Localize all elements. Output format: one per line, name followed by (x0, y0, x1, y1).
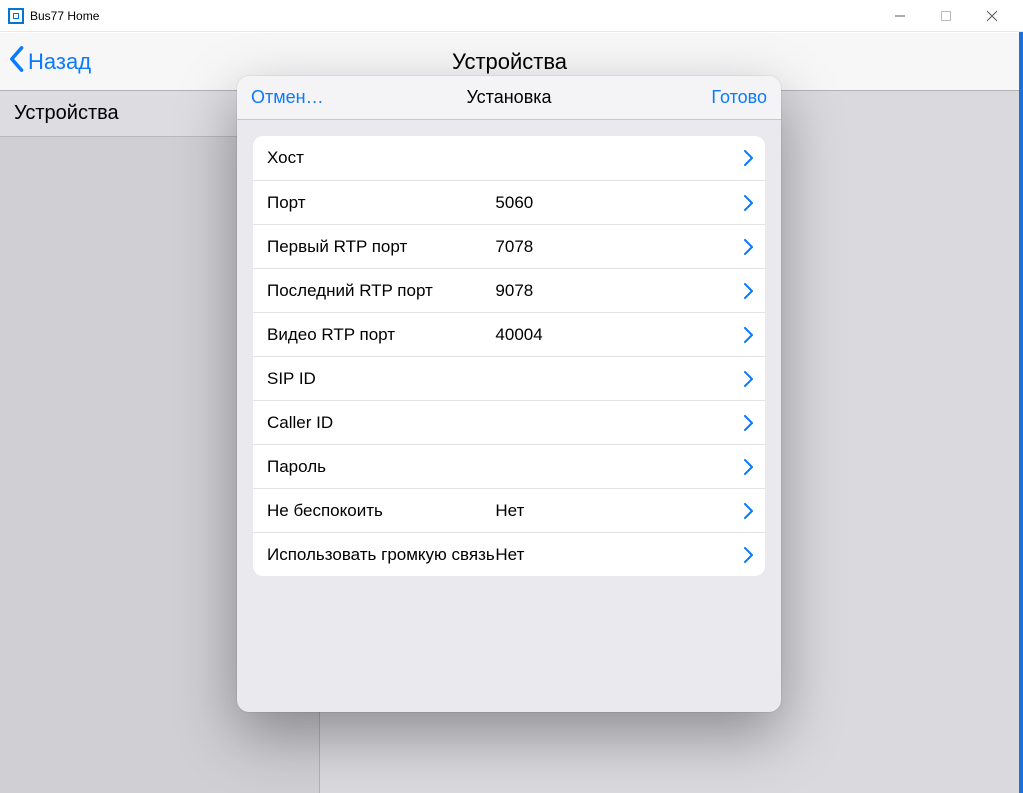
window-title: Bus77 Home (30, 9, 99, 23)
chevron-right-icon (744, 283, 753, 299)
row-host[interactable]: Хост (253, 136, 765, 180)
row-label: Последний RTP порт (267, 281, 495, 301)
row-label: Порт (267, 193, 495, 213)
row-do-not-disturb[interactable]: Не беспокоить Нет (253, 488, 765, 532)
chevron-right-icon (744, 503, 753, 519)
row-label: Видео RTP порт (267, 325, 495, 345)
row-sip-id[interactable]: SIP ID (253, 356, 765, 400)
maximize-button[interactable] (923, 0, 969, 32)
settings-card: Хост Порт 5060 Первый RTP порт 7078 (253, 136, 765, 576)
modal-dialog: Отмен… Установка Готово Хост Порт 5060 (237, 76, 781, 712)
cancel-button[interactable]: Отмен… (251, 87, 324, 108)
chevron-right-icon (744, 415, 753, 431)
row-label: Не беспокоить (267, 501, 495, 521)
row-value: 7078 (495, 237, 744, 257)
row-port[interactable]: Порт 5060 (253, 180, 765, 224)
modal-navbar: Отмен… Установка Готово (237, 76, 781, 120)
window-right-edge (1019, 32, 1023, 793)
chevron-right-icon (744, 371, 753, 387)
chevron-right-icon (744, 547, 753, 563)
done-button[interactable]: Готово (711, 87, 767, 108)
close-button[interactable] (969, 0, 1015, 32)
row-first-rtp-port[interactable]: Первый RTP порт 7078 (253, 224, 765, 268)
row-value: 40004 (495, 325, 744, 345)
row-value: Нет (495, 545, 744, 565)
back-button[interactable]: Назад (0, 45, 91, 79)
row-password[interactable]: Пароль (253, 444, 765, 488)
row-label: Пароль (267, 457, 495, 477)
row-label: Использовать громкую связь (267, 545, 495, 565)
row-label: Первый RTP порт (267, 237, 495, 257)
row-video-rtp-port[interactable]: Видео RTP порт 40004 (253, 312, 765, 356)
row-value: 5060 (495, 193, 744, 213)
titlebar-left: Bus77 Home (8, 8, 99, 24)
row-label: Хост (267, 148, 495, 168)
minimize-button[interactable] (877, 0, 923, 32)
chevron-right-icon (744, 195, 753, 211)
titlebar-controls (877, 0, 1015, 32)
chevron-right-icon (744, 239, 753, 255)
modal-body: Хост Порт 5060 Первый RTP порт 7078 (237, 120, 781, 592)
app-icon (8, 8, 24, 24)
page-title: Устройства (0, 49, 1019, 75)
sidebar-item-label: Устройства (14, 102, 119, 125)
back-label: Назад (28, 49, 91, 75)
chevron-left-icon (6, 45, 26, 79)
row-label: SIP ID (267, 369, 495, 389)
row-caller-id[interactable]: Caller ID (253, 400, 765, 444)
row-value: 9078 (495, 281, 744, 301)
chevron-right-icon (744, 327, 753, 343)
row-value: Нет (495, 501, 744, 521)
window-titlebar: Bus77 Home (0, 0, 1023, 32)
row-label: Caller ID (267, 413, 495, 433)
row-speakerphone[interactable]: Использовать громкую связь Нет (253, 532, 765, 576)
row-last-rtp-port[interactable]: Последний RTP порт 9078 (253, 268, 765, 312)
chevron-right-icon (744, 459, 753, 475)
chevron-right-icon (744, 150, 753, 166)
